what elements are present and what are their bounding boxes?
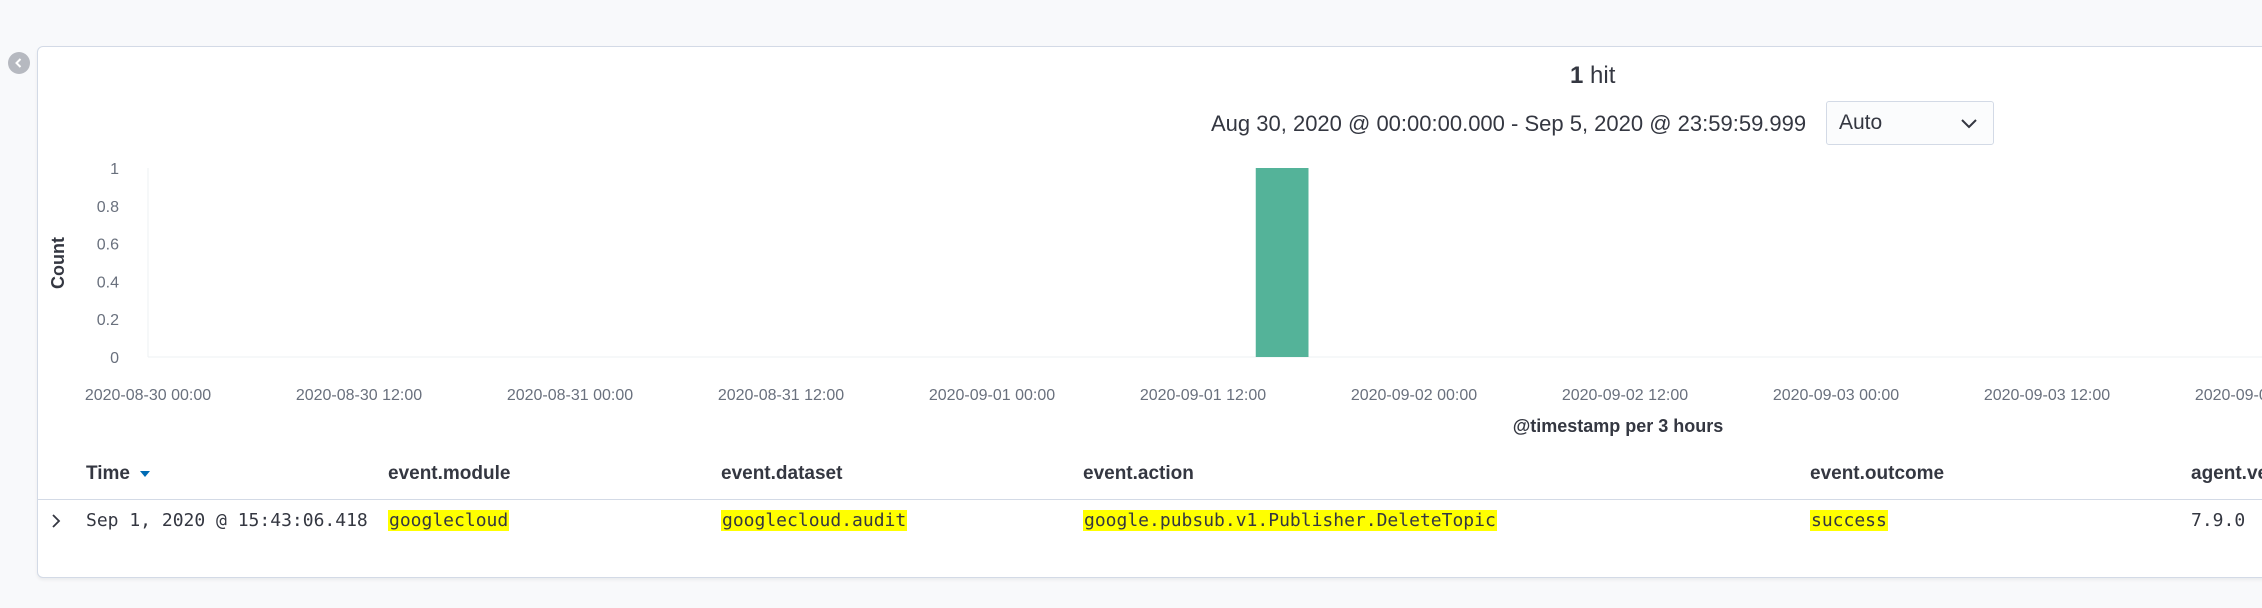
column-header-time[interactable]: Time [86, 463, 151, 485]
x-tick-label: 2020-08-30 00:00 [85, 387, 211, 404]
x-tick-label: 2020-08-30 12:00 [296, 387, 422, 404]
y-tick-label: 0.2 [97, 312, 119, 329]
cell-event-module: googlecloud [388, 510, 510, 531]
y-tick-label: 0.6 [97, 237, 119, 254]
y-axis-label: Count [48, 237, 68, 289]
x-tick-label: 2020-08-31 12:00 [718, 387, 844, 404]
histogram-chart: 00.20.40.60.81 2020-08-30 00:00 2020-08-3… [48, 161, 2262, 436]
x-axis: 2020-08-30 00:00 2020-08-30 12:00 2020-08-… [85, 387, 2262, 404]
column-header-event-dataset[interactable]: event.dataset [721, 463, 842, 485]
column-header-agent-version[interactable]: agent.ve [2191, 463, 2262, 485]
bars [1255, 168, 1309, 357]
sort-down-icon[interactable] [139, 470, 151, 478]
histogram-bar[interactable] [1255, 168, 1309, 357]
column-header-event-module[interactable]: event.module [388, 463, 510, 485]
column-header-event-outcome[interactable]: event.outcome [1810, 463, 1944, 485]
chevron-right-icon[interactable] [50, 513, 62, 529]
column-header-event-action[interactable]: event.action [1083, 463, 1194, 485]
y-tick-label: 0.4 [97, 274, 119, 291]
x-tick-label: 2020-08-31 00:00 [507, 387, 633, 404]
x-tick-label: 2020-09-01 12:00 [1140, 387, 1266, 404]
x-tick-label: 2020-09-04 00:00 [2195, 387, 2262, 404]
y-tick-label: 0.8 [97, 199, 119, 216]
x-tick-label: 2020-09-02 00:00 [1351, 387, 1477, 404]
x-tick-label: 2020-09-03 00:00 [1773, 387, 1899, 404]
cell-time: Sep 1, 2020 @ 15:43:06.418 [86, 510, 368, 531]
cell-event-action: google.pubsub.v1.Publisher.DeleteTopic [1083, 510, 1497, 531]
y-axis: 0 0.2 0.4 0.6 0.8 1 [97, 161, 2262, 367]
x-axis-label: @timestamp per 3 hours [1513, 416, 1724, 436]
y-tick-label: 1 [110, 161, 119, 178]
y-tick-label: 0 [110, 350, 119, 367]
cell-event-outcome: success [1810, 510, 1888, 531]
x-tick-label: 2020-09-01 00:00 [929, 387, 1055, 404]
x-tick-label: 2020-09-02 12:00 [1562, 387, 1688, 404]
cell-agent-version: 7.9.0 [2191, 510, 2246, 531]
cell-event-dataset: googlecloud.audit [721, 510, 908, 531]
x-tick-label: 2020-09-03 12:00 [1984, 387, 2110, 404]
